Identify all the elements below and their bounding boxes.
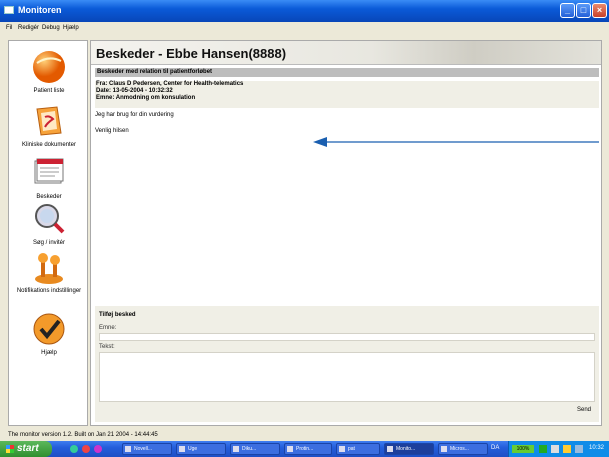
sidebar-item-label: Notifikations indstillinger	[16, 288, 82, 294]
sidebar-item-label: Hjælp	[41, 350, 57, 356]
sidebar-item-label: Kliniske dokumenter	[21, 142, 77, 148]
network-icon[interactable]	[539, 445, 547, 453]
joystick-icon	[35, 253, 63, 284]
maximize-button[interactable]: □	[576, 3, 591, 18]
message-papers-icon	[34, 158, 64, 184]
section-header: Beskeder med relation til patientforløbe…	[95, 68, 599, 77]
tray-app-icon[interactable]	[575, 445, 583, 453]
tray-app-icon[interactable]	[563, 445, 571, 453]
help-check-icon	[33, 313, 65, 345]
orange-sphere-icon	[33, 51, 65, 83]
minimize-button[interactable]: _	[560, 3, 575, 18]
sidebar-item-search-invite[interactable]: Søg / invitér	[9, 201, 89, 247]
menu-edit[interactable]: Redigér	[18, 25, 39, 31]
system-tray: DA 100% 10:32	[491, 441, 609, 457]
taskbar-item[interactable]: Micros...	[438, 443, 488, 455]
main-panel: Beskeder - Ebbe Hansen(8888) Beskeder me…	[90, 40, 602, 426]
text-label: Tekst:	[99, 344, 115, 350]
quicklaunch-messenger-icon[interactable]	[94, 445, 102, 453]
message-subject: Emne: Anmodning om konsulation	[96, 95, 196, 101]
sidebar-item-help[interactable]: Hjælp	[9, 311, 89, 357]
sidebar: Patient liste Kliniske dokumenter Besked…	[8, 40, 88, 426]
magnifier-icon	[35, 204, 65, 234]
reply-title: Tilføj besked	[99, 312, 136, 318]
taskbar-item[interactable]: Uge	[176, 443, 226, 455]
sidebar-item-patient-list[interactable]: Patient liste	[9, 49, 89, 95]
menu-help[interactable]: Hjælp	[63, 25, 79, 31]
message-header[interactable]: Fra: Claus D Pedersen, Center for Health…	[95, 81, 599, 108]
start-label: start	[17, 443, 39, 454]
taskbar-item[interactable]: pat	[336, 443, 380, 455]
title-bar: Monitoren _ □ ×	[0, 0, 609, 22]
pointer-arrow-icon	[313, 137, 599, 147]
reply-form: Tilføj besked Emne: Tekst: Send	[95, 306, 599, 422]
subject-input[interactable]	[99, 333, 595, 341]
quicklaunch-media-icon[interactable]	[82, 445, 90, 453]
menu-file[interactable]: Fil	[6, 25, 12, 31]
language-indicator[interactable]: DA	[491, 445, 499, 451]
message-from: Fra: Claus D Pedersen, Center for Health…	[96, 81, 244, 87]
message-textarea[interactable]	[99, 352, 595, 402]
send-button[interactable]: Send	[577, 407, 591, 413]
sidebar-item-notification-settings[interactable]: Notifikations indstillinger	[9, 249, 89, 295]
window-title: Monitoren	[18, 5, 62, 15]
folder-documents-icon	[36, 106, 62, 136]
sidebar-item-messages[interactable]: Beskeder	[9, 155, 89, 201]
section-title: Beskeder med relation til patientforløbe…	[97, 69, 213, 75]
start-button[interactable]: start	[0, 441, 52, 457]
status-bar: The monitor version 1.2. Built on Jan 21…	[0, 430, 609, 441]
battery-icon[interactable]: 100%	[512, 445, 534, 453]
app-icon	[4, 6, 14, 14]
sidebar-item-label: Beskeder	[36, 194, 62, 200]
quicklaunch-browser-icon[interactable]	[70, 445, 78, 453]
page-header: Beskeder - Ebbe Hansen(8888)	[91, 41, 601, 65]
sidebar-item-clinical-documents[interactable]: Kliniske dokumenter	[9, 103, 89, 149]
taskbar-item-active[interactable]: Monito...	[384, 443, 434, 455]
volume-icon[interactable]	[551, 445, 559, 453]
sidebar-item-label: Patient liste	[33, 88, 65, 94]
taskbar-item[interactable]: Diku...	[230, 443, 280, 455]
message-body-line: Venlig hilsen	[95, 128, 129, 134]
windows-flag-icon	[6, 445, 14, 453]
taskbar-item[interactable]: Protin...	[284, 443, 332, 455]
status-text: The monitor version 1.2. Built on Jan 21…	[8, 432, 158, 438]
clock: 10:32	[589, 445, 605, 451]
menu-debug[interactable]: Debug	[42, 25, 60, 31]
subject-label: Emne:	[99, 325, 117, 331]
message-body-line: Jeg har brug for din vurdering	[95, 112, 174, 118]
close-button[interactable]: ×	[592, 3, 607, 18]
page-title: Beskeder - Ebbe Hansen(8888)	[96, 46, 287, 61]
menu-bar: Fil Redigér Debug Hjælp	[0, 22, 609, 34]
sidebar-item-label: Søg / invitér	[32, 240, 65, 246]
taskbar: start Novell... Uge Diku... Protin... pa…	[0, 441, 609, 457]
taskbar-item[interactable]: Novell...	[122, 443, 172, 455]
message-date: Date: 13-05-2004 - 10:32:32	[96, 88, 173, 94]
